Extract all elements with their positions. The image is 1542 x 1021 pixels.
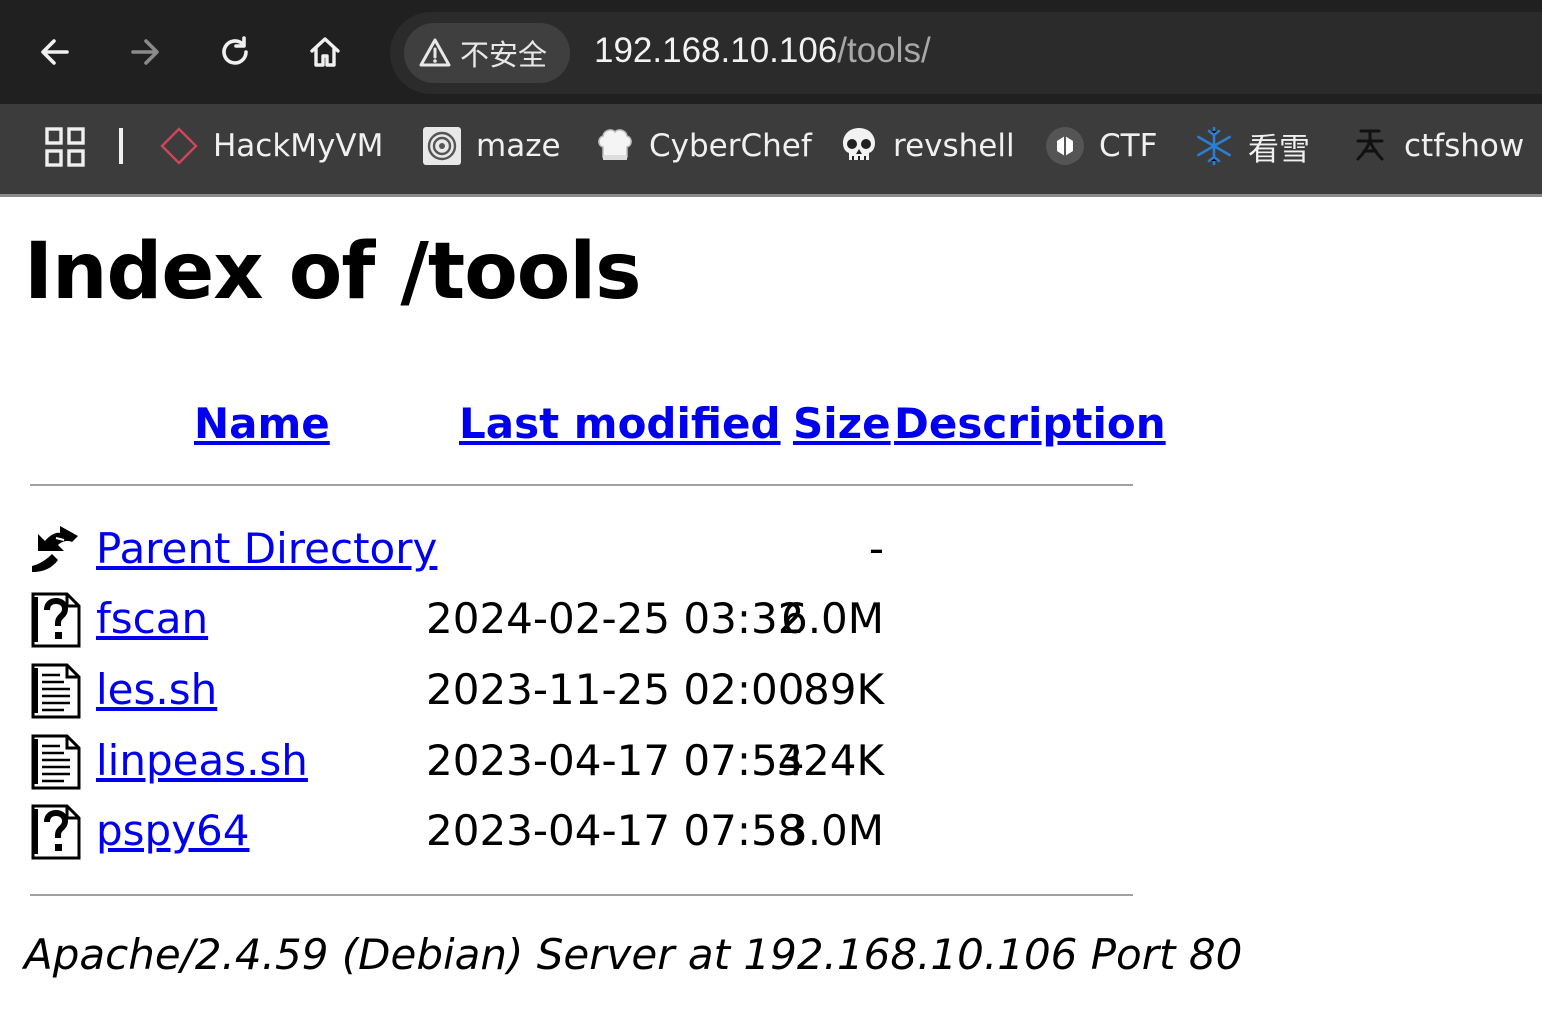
page-title: Index of /tools: [24, 227, 642, 317]
bookmark-maze[interactable]: maze: [421, 122, 561, 170]
security-label: 不安全: [460, 38, 548, 72]
file-link-fscan[interactable]: fscan: [96, 594, 208, 643]
file-link-pspy64[interactable]: pspy64: [96, 806, 250, 855]
reload-button[interactable]: [207, 24, 263, 80]
footer-divider: [30, 894, 1133, 896]
file-size: -: [868, 524, 884, 573]
unknown-file-icon: [31, 592, 81, 648]
bookmark-label: CTF: [1099, 128, 1158, 164]
file-date: 2023-04-17 07:58: [426, 806, 805, 855]
file-size: 324K: [776, 736, 884, 785]
text-file-icon: [31, 663, 81, 719]
file-date: 2024-02-25 03:32: [426, 594, 805, 643]
sort-by-last-modified-link[interactable]: Last modified: [459, 399, 781, 448]
bookmarks-separator: [119, 128, 123, 164]
table-row: les.sh 2023-11-25 02:00 89K: [0, 663, 1200, 733]
bookmark-label: maze: [476, 128, 561, 164]
sort-by-name-link[interactable]: Name: [194, 399, 330, 448]
browser-chrome: 不安全 192.168.10.106/tools/ HackMyVM maze …: [0, 0, 1542, 197]
table-row: fscan 2024-02-25 03:32 6.0M: [0, 592, 1200, 662]
apps-grid-icon[interactable]: [44, 126, 86, 168]
bookmark-label: HackMyVM: [213, 128, 384, 164]
bookmark-label: revshell: [893, 128, 1015, 164]
skull-icon: [838, 125, 880, 167]
server-signature: Apache/2.4.59 (Debian) Server at 192.168…: [24, 930, 1243, 979]
address-bar[interactable]: 不安全 192.168.10.106/tools/: [390, 12, 1542, 94]
back-arrow-icon: [32, 526, 78, 572]
arrow-right-icon: [131, 39, 159, 65]
file-size: 3.0M: [780, 806, 884, 855]
forward-button[interactable]: [117, 24, 173, 80]
snowflake-icon: [1193, 125, 1235, 167]
file-size: 6.0M: [780, 594, 884, 643]
text-file-icon: [31, 734, 81, 790]
diamond-icon: [158, 125, 200, 167]
header-divider: [30, 484, 1133, 486]
file-link-parent-directory[interactable]: Parent Directory: [96, 524, 437, 573]
reload-icon: [222, 36, 248, 65]
home-button[interactable]: [297, 24, 353, 80]
ctfshow-icon: [1349, 125, 1391, 167]
warning-icon: [419, 38, 451, 67]
bookmark-revshell[interactable]: revshell: [838, 122, 1015, 170]
arrow-left-icon: [41, 39, 69, 65]
bookmark-hackmyvm[interactable]: HackMyVM: [158, 122, 383, 170]
maze-icon: [421, 125, 463, 167]
ctf-icon: [1044, 125, 1086, 167]
bookmark-cyberchef[interactable]: CyberChef: [594, 122, 812, 170]
unknown-file-icon: [31, 804, 81, 860]
bookmark-label: 看雪: [1248, 131, 1310, 168]
bookmark-ctfshow[interactable]: ctfshow: [1349, 122, 1524, 170]
file-date: 2023-04-17 07:54: [426, 736, 805, 785]
chef-hat-icon: [594, 125, 636, 167]
table-row: linpeas.sh 2023-04-17 07:54 324K: [0, 734, 1200, 804]
file-size: 89K: [803, 665, 884, 714]
browser-toolbar: 不安全 192.168.10.106/tools/: [0, 0, 1542, 104]
directory-listing-page: Index of /tools Name Last modified Size …: [0, 197, 1542, 1021]
table-row: pspy64 2023-04-17 07:58 3.0M: [0, 804, 1200, 874]
sort-by-description-link[interactable]: Description: [894, 399, 1166, 448]
bookmark-label: CyberChef: [649, 128, 812, 164]
url-text[interactable]: 192.168.10.106/tools/: [594, 31, 931, 71]
bookmark-kanxue[interactable]: 看雪: [1193, 122, 1310, 170]
file-link-linpeas-sh[interactable]: linpeas.sh: [96, 736, 308, 785]
site-info-chip[interactable]: 不安全: [404, 23, 570, 83]
url-path: /tools/: [837, 31, 931, 70]
bookmark-ctf[interactable]: CTF: [1044, 122, 1157, 170]
file-date: 2023-11-25 02:00: [426, 665, 805, 714]
home-icon: [310, 37, 340, 67]
bookmark-label: ctfshow: [1404, 128, 1525, 164]
file-link-les-sh[interactable]: les.sh: [96, 665, 217, 714]
table-row: Parent Directory -: [0, 522, 1200, 592]
back-button[interactable]: [27, 24, 83, 80]
sort-by-size-link[interactable]: Size: [793, 399, 891, 448]
url-host: 192.168.10.106: [594, 31, 838, 70]
